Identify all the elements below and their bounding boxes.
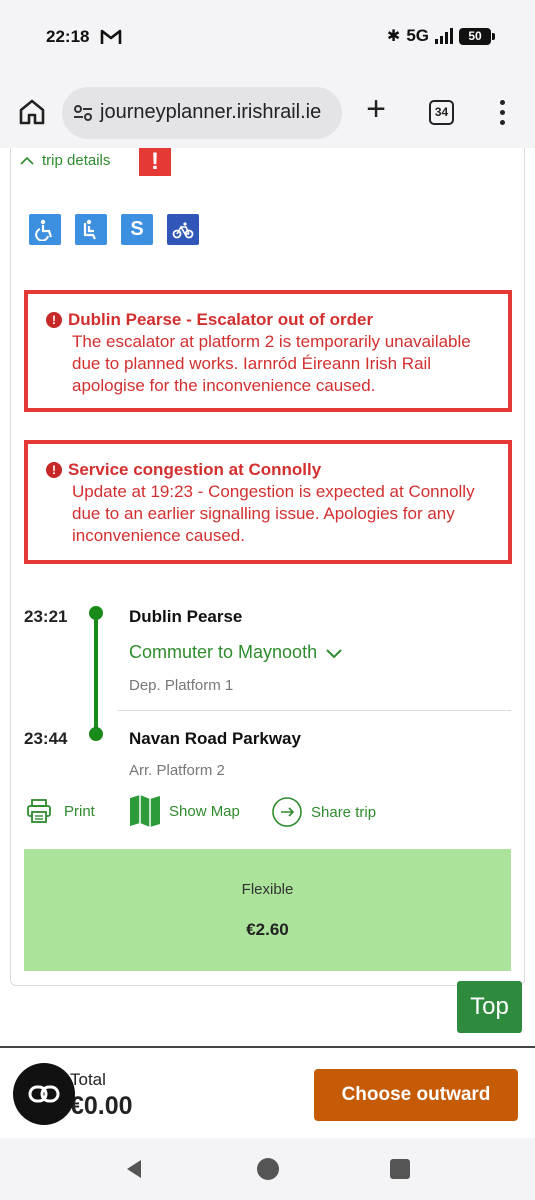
show-map-label: Show Map — [169, 802, 240, 820]
show-map-button[interactable]: Show Map — [129, 794, 240, 828]
home-icon[interactable] — [16, 96, 48, 128]
trip-details-label: trip details — [42, 152, 111, 169]
alert-icon[interactable]: ! — [139, 148, 171, 176]
divider — [118, 710, 511, 711]
print-label: Print — [64, 802, 95, 820]
choose-outward-button[interactable]: Choose outward — [314, 1069, 518, 1121]
share-trip-label: Share trip — [311, 803, 377, 821]
browser-toolbar: journeyplanner.irishrail.ie + 34 — [0, 76, 535, 148]
arrival-station: Navan Road Parkway — [129, 729, 301, 748]
notice-title: Dublin Pearse - Escalator out of order — [68, 310, 374, 329]
printer-icon — [27, 799, 51, 823]
error-icon: ! — [46, 312, 62, 328]
battery-icon: 50 — [459, 27, 495, 45]
new-tab-button[interactable]: + — [362, 92, 390, 126]
trip-details-toggle[interactable]: trip details — [20, 152, 110, 169]
arrival-dot — [89, 727, 103, 741]
departure-station: Dublin Pearse — [129, 607, 243, 626]
back-icon[interactable] — [123, 1158, 145, 1180]
print-button[interactable]: Print — [26, 798, 95, 824]
url-text: journeyplanner.irishrail.ie — [100, 101, 322, 123]
tab-switcher-button[interactable]: 34 — [429, 100, 454, 125]
notice-body: Update at 19:23 - Congestion is expected… — [72, 482, 475, 545]
service-toggle[interactable]: Commuter to Maynooth — [129, 642, 343, 663]
total-label: Total — [70, 1070, 106, 1089]
chevron-up-icon — [20, 156, 34, 165]
fare-price: €2.60 — [246, 920, 289, 939]
seated-passenger-icon — [75, 214, 107, 245]
status-time: 22:18 — [46, 27, 90, 46]
status-bar: 22:18 ✱ 5G 50 — [0, 0, 535, 76]
home-nav-icon[interactable] — [257, 1158, 279, 1180]
checkout-bar: Total €0.00 Choose outward — [0, 1046, 535, 1138]
link-loop-icon — [28, 1085, 60, 1103]
share-trip-button[interactable]: Share trip — [271, 796, 376, 828]
error-icon: ! — [46, 462, 62, 478]
system-nav-bar — [0, 1138, 535, 1200]
fare-type: Flexible — [241, 881, 294, 898]
floating-action-button[interactable] — [13, 1063, 75, 1125]
chevron-down-icon — [326, 648, 342, 658]
map-icon — [130, 795, 160, 827]
notice-body: The escalator at platform 2 is temporari… — [72, 332, 471, 395]
notice-escalator: ! Dublin Pearse - Escalator out of order… — [24, 290, 512, 412]
departure-time: 23:21 — [24, 607, 68, 626]
network-type: 5G — [406, 26, 429, 45]
fare-option[interactable]: Flexible €2.60 — [24, 849, 511, 971]
bicycle-icon — [167, 214, 199, 245]
bluetooth-icon: ✱ — [386, 28, 401, 45]
site-settings-icon[interactable] — [72, 102, 94, 124]
route-line — [94, 614, 98, 734]
address-bar[interactable]: journeyplanner.irishrail.ie — [62, 87, 342, 139]
amenity-icons: S — [29, 214, 199, 245]
s-service-icon: S — [121, 214, 153, 245]
status-icons: ✱ 5G 50 — [386, 26, 495, 46]
signal-icon — [435, 28, 453, 44]
arrival-platform: Arr. Platform 2 — [129, 762, 225, 779]
web-page: trip details ! S ! Dublin Pearse - Escal… — [0, 148, 535, 1048]
recents-icon[interactable] — [390, 1159, 410, 1179]
departure-platform: Dep. Platform 1 — [129, 677, 234, 694]
more-menu-icon[interactable] — [500, 100, 506, 126]
service-name: Commuter to Maynooth — [129, 642, 318, 662]
total-amount: €0.00 — [70, 1092, 133, 1120]
arrival-time: 23:44 — [24, 729, 68, 748]
notice-congestion: ! Service congestion at Connolly Update … — [24, 440, 512, 564]
back-to-top-button[interactable]: Top — [457, 981, 522, 1033]
wheelchair-icon — [29, 214, 61, 245]
gmail-icon — [100, 29, 122, 44]
share-arrow-icon — [272, 797, 302, 827]
notice-title: Service congestion at Connolly — [68, 460, 322, 479]
trip-actions: Print Show Map Share trip — [26, 795, 506, 834]
